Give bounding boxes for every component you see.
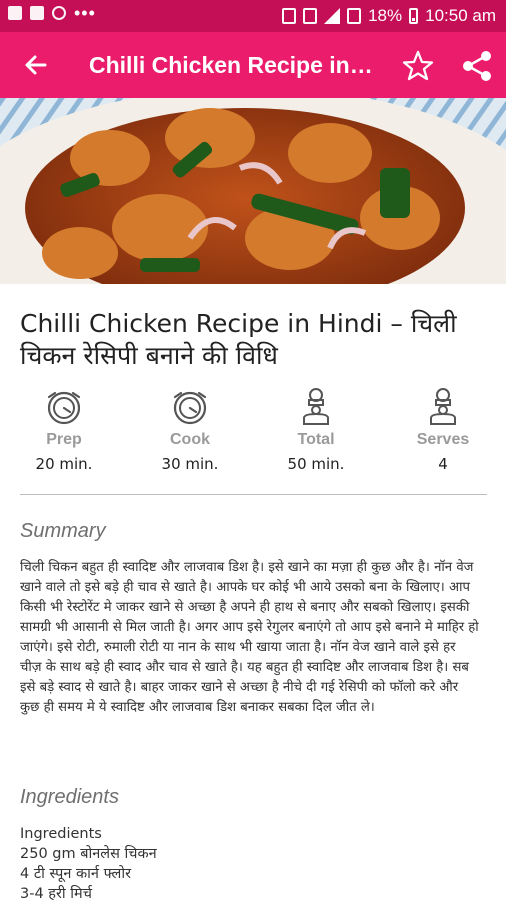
list-item: 250 gm बोनलेस चिकन: [20, 846, 157, 862]
ingredients-list: Ingredients 250 gm बोनलेस चिकन 4 टी स्पू…: [20, 824, 480, 904]
share-icon[interactable]: [460, 49, 494, 83]
network-icon: [347, 8, 362, 24]
stat-cook: Cook 30 min.: [140, 386, 240, 473]
recipe-image: [0, 98, 506, 284]
chilli-chicken-photo: [0, 98, 506, 284]
battery-percent: 18%: [368, 6, 403, 25]
toolbar-title: Chilli Chicken Recipe in Hindi – चिली चि…: [89, 52, 379, 78]
data-saver-icon: [303, 8, 318, 24]
list-item: 4 टी स्पून कार्न फ्लोर: [20, 866, 132, 882]
list-item: Ingredients: [20, 826, 102, 842]
favorite-star-icon[interactable]: [401, 49, 435, 83]
stat-label: Serves: [416, 431, 470, 448]
stat-value: 4: [438, 455, 448, 473]
stat-prep: Prep 20 min.: [14, 386, 114, 473]
recipe-stats: Prep 20 min. Cook 30 min. Total 50 min. …: [0, 386, 506, 486]
vibrate-icon: [282, 8, 297, 24]
timer-icon: [173, 391, 207, 425]
signal-icon: [324, 8, 341, 24]
stat-value: 20 min.: [35, 455, 93, 473]
app-bar: Chilli Chicken Recipe in Hindi – चिली चि…: [0, 32, 506, 98]
stat-label: Total: [297, 431, 335, 448]
message-notification-icon: [30, 6, 44, 20]
stat-value: 50 min.: [287, 455, 345, 473]
stat-label: Cook: [170, 431, 210, 448]
list-item: 3-4 हरी मिर्च: [20, 886, 92, 902]
clock: 10:50 am: [425, 6, 496, 25]
stat-serves: Serves 4: [393, 386, 493, 473]
timer-icon: [47, 391, 81, 425]
more-notifications-icon: •••: [74, 3, 96, 23]
ingredients-heading: Ingredients: [20, 786, 119, 808]
stat-total: Total 50 min.: [266, 386, 366, 473]
stat-value: 30 min.: [161, 455, 219, 473]
sync-notification-icon: [52, 6, 66, 20]
summary-text: चिली चिकन बहुत ही स्वादिष्ट और लाजवाब डि…: [20, 560, 479, 715]
recipe-title: Chilli Chicken Recipe in Hindi – चिली चि…: [20, 309, 457, 370]
back-arrow-icon[interactable]: [20, 50, 50, 80]
image-notification-icon: [8, 6, 22, 20]
chef-icon: [430, 388, 456, 425]
stat-label: Prep: [46, 431, 82, 448]
battery-icon: [409, 8, 419, 24]
divider: [20, 494, 487, 495]
chef-icon: [303, 388, 329, 425]
status-bar: ••• 18% 10:50 am: [0, 0, 506, 32]
summary-heading: Summary: [20, 520, 106, 542]
